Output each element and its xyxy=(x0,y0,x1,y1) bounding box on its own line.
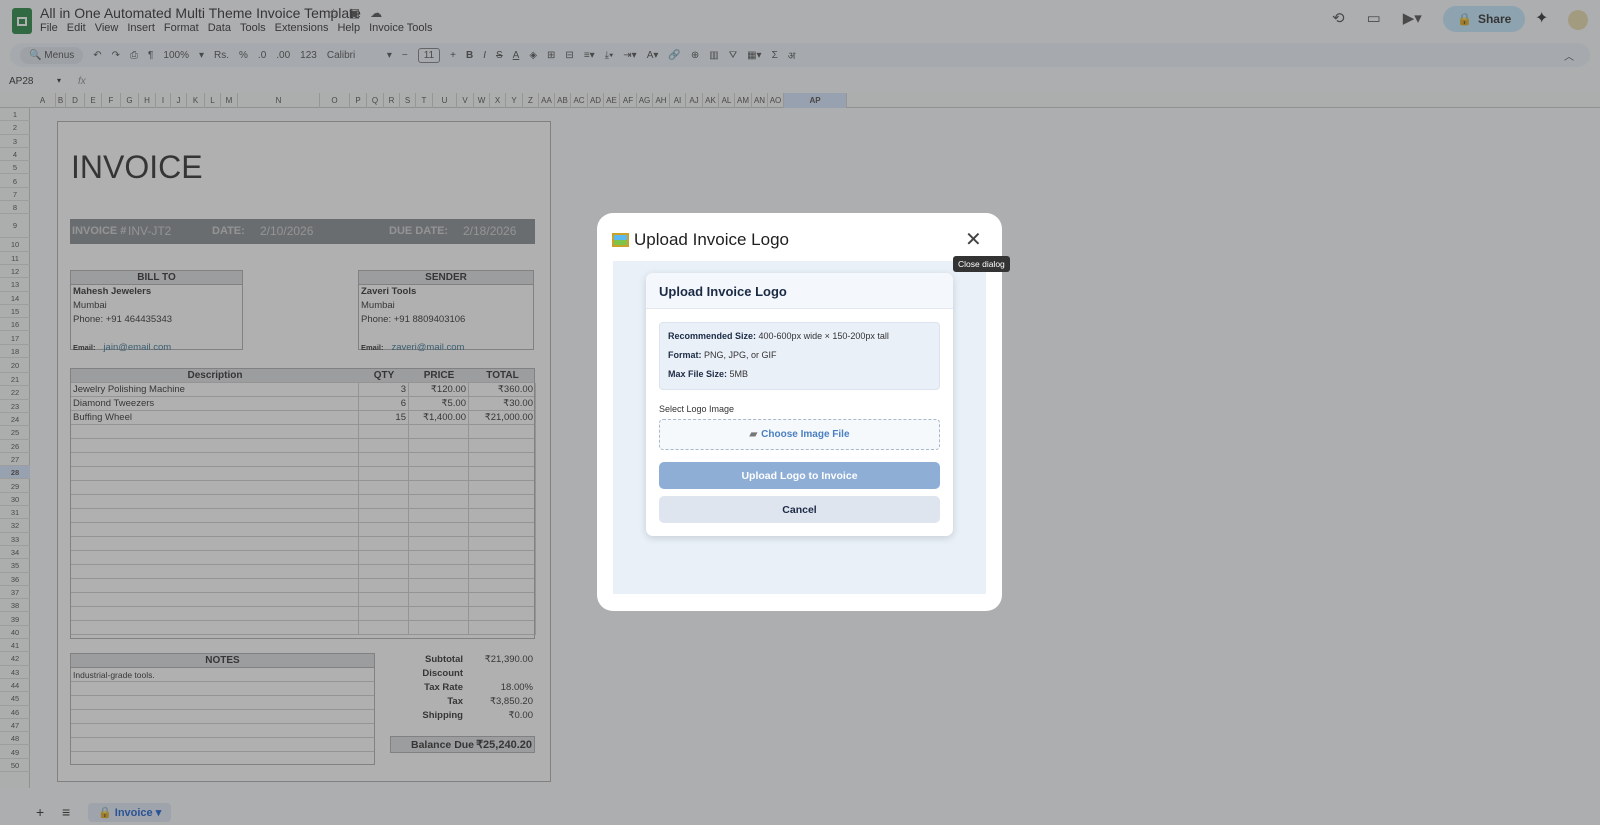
close-tooltip: Close dialog xyxy=(953,256,1010,272)
picture-icon xyxy=(612,233,629,247)
close-dialog-button[interactable]: ✕ xyxy=(965,227,982,252)
upload-card: Upload Invoice Logo Recommended Size: 40… xyxy=(646,273,953,536)
cancel-button[interactable]: Cancel xyxy=(659,496,940,523)
dialog-content: Upload Invoice Logo Recommended Size: 40… xyxy=(613,261,986,594)
folder-icon: ▰ xyxy=(749,429,758,440)
upload-logo-button[interactable]: Upload Logo to Invoice xyxy=(659,462,940,489)
upload-logo-dialog: Upload Invoice Logo ✕ Upload Invoice Log… xyxy=(597,213,1002,611)
select-logo-label: Select Logo Image xyxy=(659,404,735,414)
requirements-box: Recommended Size: 400-600px wide × 150-2… xyxy=(659,322,940,390)
card-title: Upload Invoice Logo xyxy=(646,273,953,309)
dialog-title: Upload Invoice Logo xyxy=(634,230,790,249)
choose-image-file-button[interactable]: ▰ Choose Image File xyxy=(659,419,940,450)
